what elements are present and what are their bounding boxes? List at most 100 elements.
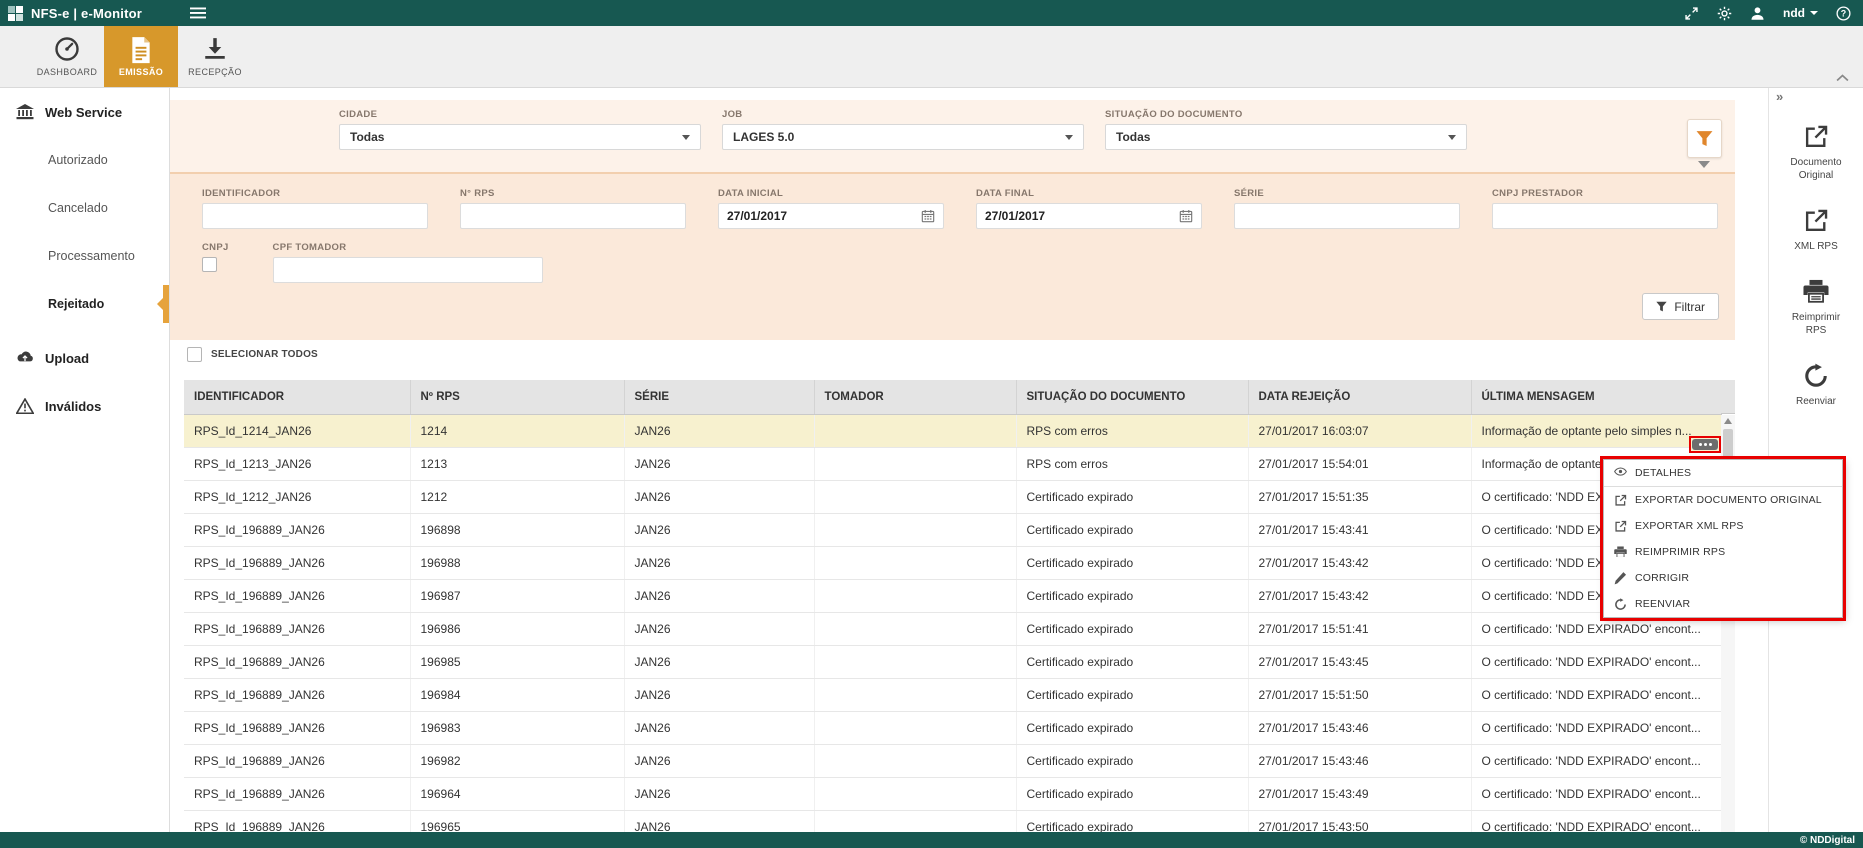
- cell-nrps: 196898: [410, 513, 624, 546]
- menu-item-detalhes[interactable]: DETALHES: [1604, 460, 1842, 486]
- row-actions-button[interactable]: [1692, 439, 1718, 450]
- table-row[interactable]: RPS_Id_196889_JAN26 196986 JAN26 Certifi…: [184, 612, 1721, 645]
- column-header-data-rejeicao[interactable]: DATA REJEIÇÃO: [1248, 380, 1471, 414]
- sidebar-item-cancelado[interactable]: Cancelado: [0, 184, 169, 232]
- menu-item-label: EXPORTAR XML RPS: [1635, 520, 1744, 532]
- data-inicial-input[interactable]: [727, 209, 915, 223]
- data-final-input[interactable]: [985, 209, 1173, 223]
- table-row[interactable]: RPS_Id_196889_JAN26 196982 JAN26 Certifi…: [184, 744, 1721, 777]
- field-label: JOB: [722, 109, 1084, 120]
- selected-value: Todas: [350, 130, 384, 144]
- table-row[interactable]: RPS_Id_1214_JAN26 1214 JAN26 RPS com err…: [184, 414, 1721, 447]
- table-row[interactable]: RPS_Id_1213_JAN26 1213 JAN26 RPS com err…: [184, 447, 1721, 480]
- cell-data-rejeicao: 27/01/2017 15:43:46: [1248, 711, 1471, 744]
- settings-gear-icon[interactable]: [1717, 6, 1732, 21]
- filtrar-button[interactable]: Filtrar: [1642, 293, 1719, 320]
- filter-toggle-button[interactable]: [1687, 119, 1722, 158]
- serie-input[interactable]: [1243, 209, 1451, 223]
- action-reimprimir-rps[interactable]: Reimprimir RPS: [1769, 279, 1863, 337]
- filter-cnpj-prestador: CNPJ PRESTADOR: [1492, 188, 1718, 229]
- cidade-select[interactable]: Todas: [339, 124, 701, 150]
- tab-emissao[interactable]: EMISSÃO: [104, 26, 178, 87]
- table-row[interactable]: RPS_Id_1212_JAN26 1212 JAN26 Certificado…: [184, 480, 1721, 513]
- scroll-up-arrow[interactable]: [1724, 418, 1732, 424]
- app-root: NFS-e | e-Monitor ndd ?: [0, 0, 1863, 848]
- tab-dashboard[interactable]: DASHBOARD: [30, 26, 104, 87]
- cell-identificador: RPS_Id_1214_JAN26: [184, 414, 410, 447]
- action-documento-original[interactable]: Documento Original: [1769, 124, 1863, 182]
- menu-item-reimprimir-rps[interactable]: REIMPRIMIR RPS: [1604, 539, 1842, 565]
- chevron-down-icon: [1448, 135, 1456, 140]
- action-xml-rps[interactable]: XML RPS: [1769, 208, 1863, 253]
- identificador-input[interactable]: [211, 209, 419, 223]
- menu-item-reenviar[interactable]: REENVIAR: [1604, 591, 1842, 617]
- tab-recepcao[interactable]: RECEPÇÃO: [178, 26, 252, 87]
- situacao-select[interactable]: Todas: [1105, 124, 1467, 150]
- table-row[interactable]: RPS_Id_196889_JAN26 196965 JAN26 Certifi…: [184, 810, 1721, 832]
- filter-inputs-section: IDENTIFICADOR N° RPS DATA INICIAL: [170, 174, 1735, 340]
- table-row[interactable]: RPS_Id_196889_JAN26 196985 JAN26 Certifi…: [184, 645, 1721, 678]
- cnpj-prestador-input[interactable]: [1501, 209, 1709, 223]
- table-header-row: IDENTIFICADOR Nº RPS SÉRIE TOMADOR SITUA…: [184, 380, 1721, 414]
- column-header-nrps[interactable]: Nº RPS: [410, 380, 624, 414]
- collapse-tabbar-icon[interactable]: [1836, 71, 1849, 79]
- cell-serie: JAN26: [624, 678, 814, 711]
- field-label: CNPJ PRESTADOR: [1492, 188, 1718, 199]
- user-menu[interactable]: ndd: [1783, 6, 1818, 20]
- menu-item-label: EXPORTAR DOCUMENTO ORIGINAL: [1635, 494, 1822, 506]
- menu-item-exportar-xml-rps[interactable]: EXPORTAR XML RPS: [1604, 513, 1842, 539]
- sidebar-item-invalidos[interactable]: Inválidos: [0, 382, 169, 430]
- hamburger-menu-icon[interactable]: [190, 7, 206, 19]
- table-row[interactable]: RPS_Id_196889_JAN26 196984 JAN26 Certifi…: [184, 678, 1721, 711]
- table-row[interactable]: RPS_Id_196889_JAN26 196983 JAN26 Certifi…: [184, 711, 1721, 744]
- table-row[interactable]: RPS_Id_196889_JAN26 196898 JAN26 Certifi…: [184, 513, 1721, 546]
- cell-tomador: [814, 546, 1016, 579]
- cell-ultima-mensagem: O certificado: 'NDD EXPIRADO' encont...: [1471, 810, 1721, 832]
- sidebar-item-webservice[interactable]: Web Service: [0, 88, 169, 136]
- cell-data-rejeicao: 27/01/2017 16:03:07: [1248, 414, 1471, 447]
- column-header-tomador[interactable]: TOMADOR: [814, 380, 1016, 414]
- sidebar-item-label: Web Service: [45, 105, 122, 120]
- table-row[interactable]: RPS_Id_196889_JAN26 196964 JAN26 Certifi…: [184, 777, 1721, 810]
- cell-nrps: 196965: [410, 810, 624, 832]
- sidebar-item-rejeitado[interactable]: Rejeitado: [0, 280, 169, 328]
- sidebar-item-upload[interactable]: Upload: [0, 334, 169, 382]
- help-icon[interactable]: ?: [1836, 6, 1851, 21]
- copyright-text: © NDDigital: [1800, 835, 1855, 846]
- menu-item-corrigir[interactable]: CORRIGIR: [1604, 565, 1842, 591]
- column-header-identificador[interactable]: IDENTIFICADOR: [184, 380, 410, 414]
- user-icon[interactable]: [1750, 6, 1765, 21]
- job-select[interactable]: LAGES 5.0: [722, 124, 1084, 150]
- action-reenviar[interactable]: Reenviar: [1769, 363, 1863, 408]
- fullscreen-icon[interactable]: [1684, 6, 1699, 21]
- sidebar-item-autorizado[interactable]: Autorizado: [0, 136, 169, 184]
- cell-ultima-mensagem: Informação de optante pelo simples n...: [1471, 414, 1721, 447]
- column-header-serie[interactable]: SÉRIE: [624, 380, 814, 414]
- table-row[interactable]: RPS_Id_196889_JAN26 196987 JAN26 Certifi…: [184, 579, 1721, 612]
- menu-item-exportar-documento-original[interactable]: EXPORTAR DOCUMENTO ORIGINAL: [1604, 487, 1842, 513]
- cell-tomador: [814, 777, 1016, 810]
- select-all-checkbox[interactable]: [187, 347, 202, 362]
- sidebar-item-processamento[interactable]: Processamento: [0, 232, 169, 280]
- sidebar: Web Service Autorizado Cancelado Process…: [0, 88, 170, 832]
- field-label: CPF TOMADOR: [273, 242, 543, 253]
- table-row[interactable]: RPS_Id_196889_JAN26 196988 JAN26 Certifi…: [184, 546, 1721, 579]
- calendar-icon[interactable]: [921, 209, 935, 223]
- export-xml-icon: [1614, 520, 1627, 533]
- column-header-ultima-mensagem[interactable]: ÚLTIMA MENSAGEM: [1471, 380, 1721, 414]
- calendar-icon[interactable]: [1179, 209, 1193, 223]
- cpf-tomador-input[interactable]: [282, 263, 534, 277]
- cell-data-rejeicao: 27/01/2017 15:43:41: [1248, 513, 1471, 546]
- collapse-panel-icon[interactable]: »: [1776, 90, 1783, 103]
- filter-panel: CIDADE Todas JOB LAGES 5.0 SITUAÇÃO DO D…: [170, 100, 1735, 340]
- nrps-input[interactable]: [469, 209, 677, 223]
- cell-ultima-mensagem: O certificado: 'NDD EXPIRADO' encont...: [1471, 711, 1721, 744]
- cnpj-checkbox[interactable]: [202, 257, 217, 272]
- column-header-situacao[interactable]: SITUAÇÃO DO DOCUMENTO: [1016, 380, 1248, 414]
- cell-nrps: 1213: [410, 447, 624, 480]
- filter-cidade: CIDADE Todas: [339, 109, 701, 172]
- cell-ultima-mensagem: O certificado: 'NDD EXPIRADO' encont...: [1471, 777, 1721, 810]
- printer-icon: [1614, 546, 1627, 559]
- context-menu: DETALHES EXPORTAR DOCUMENTO ORIGINAL EXP…: [1603, 459, 1843, 618]
- filter-dropdown-row: CIDADE Todas JOB LAGES 5.0 SITUAÇÃO DO D…: [170, 100, 1735, 172]
